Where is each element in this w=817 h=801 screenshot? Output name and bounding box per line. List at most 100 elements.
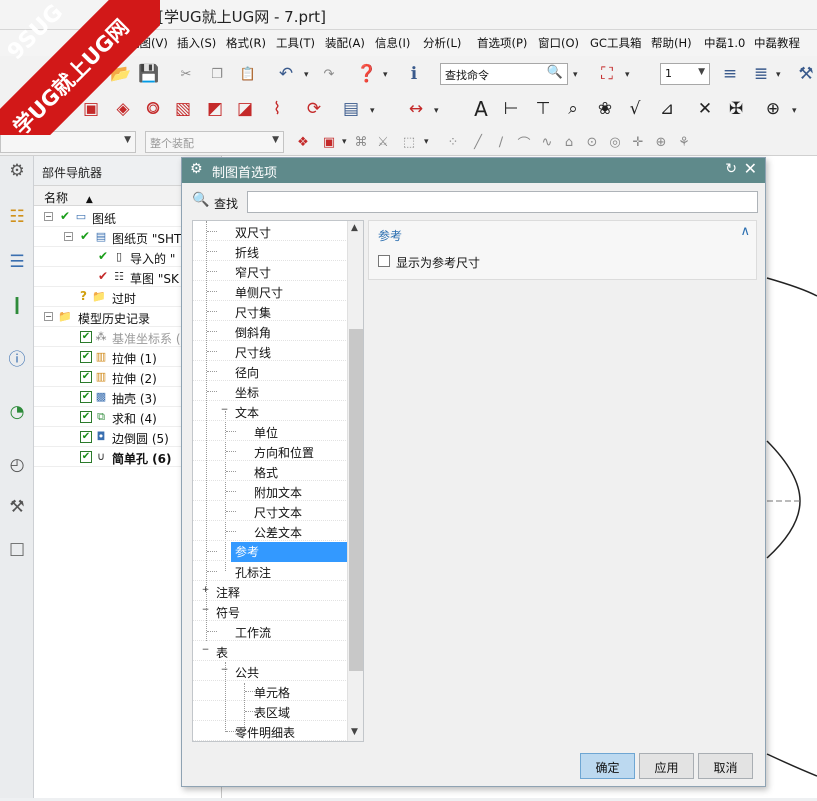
info-window-icon[interactable]: ⓘ: [6, 346, 28, 370]
projected-view-icon[interactable]: ◈: [112, 98, 134, 120]
center-mark-icon[interactable]: ⊕: [762, 98, 784, 120]
menu-analysis[interactable]: 分析(L): [423, 35, 461, 51]
tree-item[interactable]: 方向和位置: [193, 441, 348, 461]
update-views-icon[interactable]: ⟳: [303, 98, 325, 120]
tree-item[interactable]: 零件明细表: [193, 721, 348, 741]
tree-item[interactable]: 工作流: [193, 621, 348, 641]
tree-item[interactable]: 尺寸集: [193, 301, 348, 321]
menu-info[interactable]: 信息(I): [375, 35, 410, 51]
tree-item[interactable]: 孔标注: [193, 561, 348, 581]
menu-insert[interactable]: 插入(S): [177, 35, 216, 51]
dialog-gear-icon[interactable]: ⚙: [190, 161, 203, 177]
collapse-icon[interactable]: −: [44, 312, 53, 321]
tree-item[interactable]: − 公共: [193, 661, 348, 681]
selection-filter-select[interactable]: ▼: [0, 131, 136, 153]
feature-control-frame-icon[interactable]: ⊢: [500, 98, 522, 120]
open-folder-icon[interactable]: 📂: [110, 63, 132, 85]
detail-view-icon[interactable]: ⭗: [142, 98, 164, 120]
menu-gc-toolkit[interactable]: GC工具箱: [590, 35, 641, 51]
fit-view-icon[interactable]: ⛶: [596, 63, 618, 85]
tree-scrollbar[interactable]: ▲ ▼: [347, 221, 363, 741]
tree-item[interactable]: 坐标: [193, 381, 348, 401]
assembly-scope-select[interactable]: 整个装配 ▼: [145, 131, 284, 153]
layer-settings-icon[interactable]: ≡: [719, 63, 741, 85]
tree-item[interactable]: 单位: [193, 421, 348, 441]
tree-item[interactable]: − 符号: [193, 601, 348, 621]
menu-preferences[interactable]: 首选项(P): [477, 35, 527, 51]
tree-item[interactable]: 公差文本: [193, 521, 348, 541]
rectangle-select-dropdown-icon[interactable]: ▾: [424, 137, 429, 147]
menu-window[interactable]: 窗口(O): [538, 35, 579, 51]
apply-button[interactable]: 应用: [639, 753, 694, 779]
snap-point-constructor-icon[interactable]: ⊕: [650, 131, 672, 153]
tree-item[interactable]: 单元格: [193, 681, 348, 701]
snap-control-point-icon[interactable]: ⌒: [513, 131, 535, 153]
show-as-reference-checkbox[interactable]: [378, 255, 390, 267]
collapse-icon[interactable]: −: [220, 666, 229, 675]
roles-icon[interactable]: □: [6, 538, 28, 560]
tree-item[interactable]: 附加文本: [193, 481, 348, 501]
layer-dropdown-arrow-icon[interactable]: ▾: [776, 70, 781, 80]
base-view-icon[interactable]: ▣: [80, 98, 102, 120]
menu-format[interactable]: 格式(R): [226, 35, 266, 51]
datum-feature-icon[interactable]: ⊤: [532, 98, 554, 120]
web-browser-icon[interactable]: ◔: [6, 401, 28, 423]
snap-point-on-curve-icon[interactable]: ◎: [604, 131, 626, 153]
search-icon[interactable]: 🔍: [547, 65, 563, 80]
weld-symbol-icon[interactable]: ❀: [594, 98, 616, 120]
find-command-dropdown-icon[interactable]: ▾: [573, 70, 578, 80]
close-icon[interactable]: ✕: [744, 159, 757, 178]
menu-tools[interactable]: 工具(T): [276, 35, 315, 51]
target-point-icon[interactable]: ⊿: [656, 98, 678, 120]
tree-item[interactable]: 倒斜角: [193, 321, 348, 341]
tree-item[interactable]: 格式: [193, 461, 348, 481]
tree-item[interactable]: − 表: [193, 641, 348, 661]
menu-zhonglei[interactable]: 中磊1.0: [704, 35, 745, 51]
expand-icon[interactable]: +: [201, 586, 210, 595]
snap-quadrant-icon[interactable]: ⊙: [581, 131, 603, 153]
select-features-icon[interactable]: ⌘: [350, 131, 372, 153]
snap-bounded-grid-icon[interactable]: ⚘: [673, 131, 695, 153]
menu-assembly[interactable]: 装配(A): [325, 35, 365, 51]
tree-item[interactable]: 单侧尺寸: [193, 281, 348, 301]
collapse-icon[interactable]: −: [44, 212, 53, 221]
info-tool-icon[interactable]: ℹ: [403, 63, 425, 85]
history-clock-icon[interactable]: ◴: [6, 454, 28, 476]
help-icon[interactable]: ❓: [356, 63, 378, 85]
surface-finish-icon[interactable]: √: [624, 98, 646, 120]
feature-checkbox[interactable]: ✔: [80, 351, 92, 363]
feature-checkbox[interactable]: ✔: [80, 431, 92, 443]
feature-checkbox[interactable]: ✔: [80, 371, 92, 383]
reuse-library-icon[interactable]: ❙: [6, 294, 28, 316]
collapse-icon[interactable]: −: [201, 606, 210, 615]
snap-mid-point-icon[interactable]: ∕: [490, 131, 512, 153]
tree-item-selected[interactable]: 参考: [193, 541, 349, 562]
dimension-dropdown-icon[interactable]: ▾: [434, 106, 439, 116]
scrollbar-thumb[interactable]: [349, 329, 363, 671]
tree-item[interactable]: 尺寸文本: [193, 501, 348, 521]
menu-help[interactable]: 帮助(H): [651, 35, 692, 51]
find-command-input[interactable]: 查找命令 🔍: [440, 63, 568, 85]
filter-dropdown-icon[interactable]: ▾: [342, 137, 347, 147]
collapse-icon[interactable]: −: [201, 646, 210, 655]
surface-finish-zoom-icon[interactable]: ⌕: [562, 98, 584, 120]
save-icon[interactable]: 💾: [138, 63, 160, 85]
reset-icon[interactable]: ↻: [725, 161, 737, 177]
snap-intersection-icon[interactable]: ∿: [536, 131, 558, 153]
tree-item[interactable]: 窄尺寸: [193, 261, 348, 281]
help-dropdown-icon[interactable]: ▾: [383, 70, 388, 80]
broken-view-icon[interactable]: ⌇: [266, 98, 288, 120]
tree-item[interactable]: 折线: [193, 241, 348, 261]
tree-item[interactable]: − 文本: [193, 401, 348, 421]
border-dropdown-icon[interactable]: ▾: [370, 106, 375, 116]
menu-view[interactable]: 视图(V): [128, 35, 168, 51]
menu-zhonglei-tutorial[interactable]: 中磊教程: [754, 35, 800, 51]
tree-item[interactable]: 径向: [193, 361, 348, 381]
undo-dropdown-icon[interactable]: ▾: [304, 70, 309, 80]
assembly-navigator-icon[interactable]: ☷: [6, 206, 28, 228]
type-filter-icon[interactable]: ❖: [292, 131, 314, 153]
settings-gear-icon[interactable]: ⚙: [6, 160, 28, 182]
search-input[interactable]: [247, 191, 758, 213]
tree-item[interactable]: + 注释: [193, 581, 348, 601]
note-icon[interactable]: A: [470, 97, 492, 121]
